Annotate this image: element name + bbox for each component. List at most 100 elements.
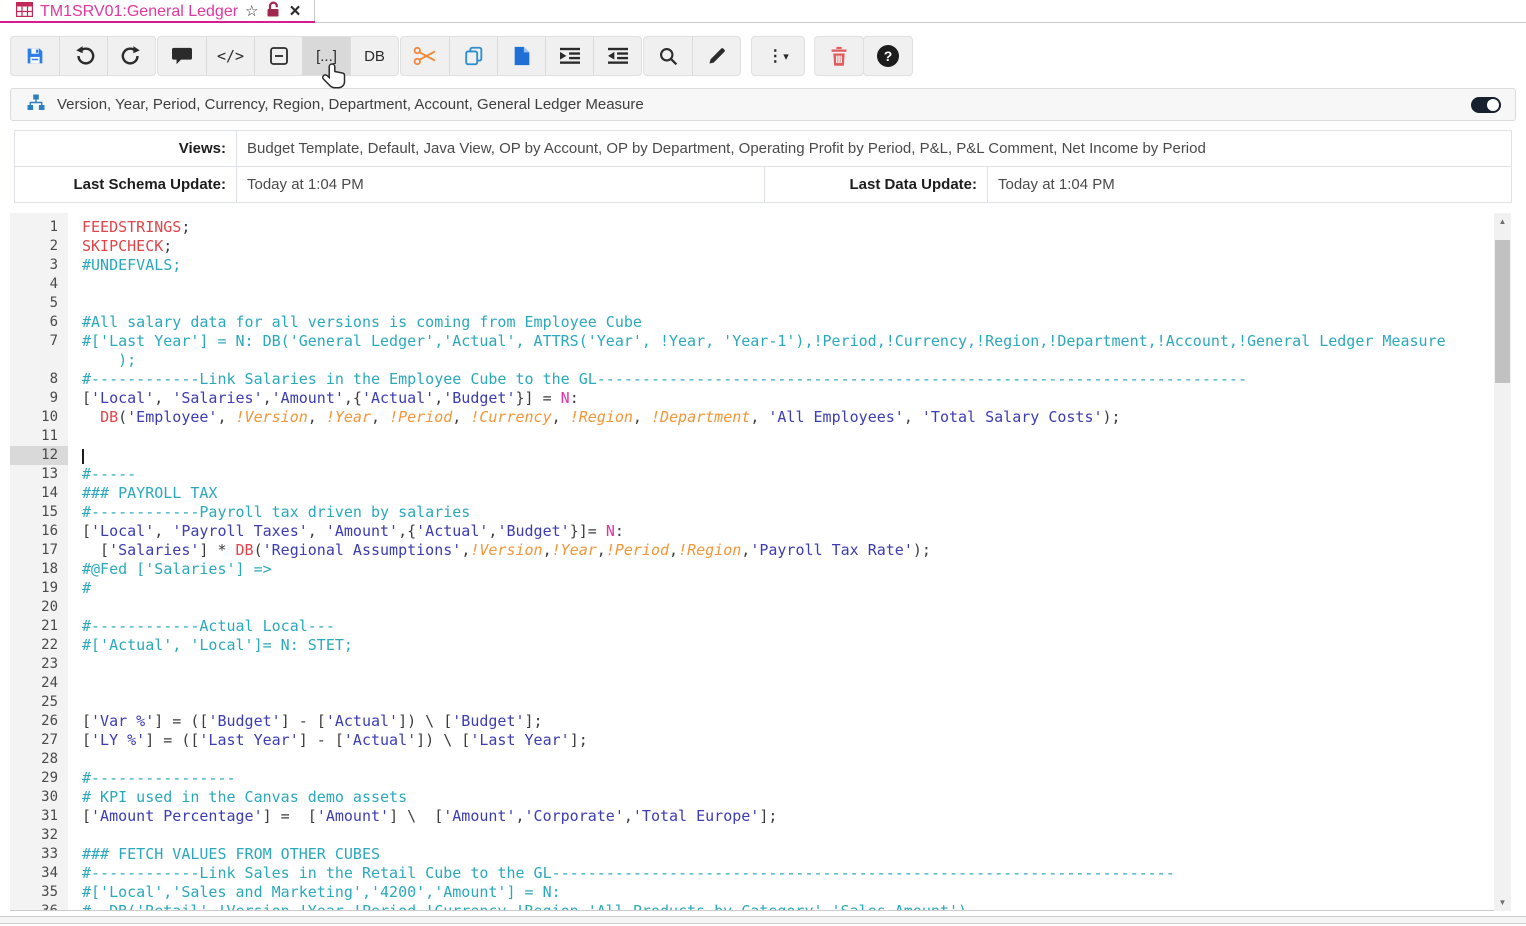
line-number: 35	[10, 883, 68, 902]
line-number: 4	[10, 275, 68, 294]
line-number: 29	[10, 769, 68, 788]
vertical-scrollbar-thumb[interactable]	[1495, 240, 1510, 383]
mouse-cursor-hand	[322, 62, 348, 96]
code-line[interactable]: 19#	[10, 579, 1511, 598]
code-line[interactable]: 35#['Local','Sales and Marketing','4200'…	[10, 883, 1511, 902]
line-number: 21	[10, 617, 68, 636]
code-line[interactable]: 5	[10, 294, 1511, 313]
code-line[interactable]: 4	[10, 275, 1511, 294]
favorite-star-icon[interactable]: ☆	[245, 4, 258, 19]
close-icon[interactable]: ×	[290, 2, 301, 21]
delete-button[interactable]	[815, 37, 863, 75]
undo-button[interactable]	[59, 37, 107, 75]
comment-icon	[171, 46, 193, 66]
code-line[interactable]: 32	[10, 826, 1511, 845]
line-number: 28	[10, 750, 68, 769]
code-line[interactable]: 10 DB('Employee', !Version, !Year, !Peri…	[10, 408, 1511, 427]
help-button[interactable]: ?	[864, 37, 912, 75]
line-number: 1	[10, 218, 68, 237]
toggle-knob	[1487, 99, 1499, 111]
code-text: DB('Employee', !Version, !Year, !Period,…	[68, 408, 1121, 427]
db-reference-button[interactable]: DB	[350, 37, 398, 75]
copy-button[interactable]	[449, 37, 497, 75]
line-number: 5	[10, 294, 68, 313]
tab-strip: TM1SRV01:General Ledger ☆ ×	[0, 0, 1526, 23]
undo-icon	[73, 45, 95, 67]
scroll-up-arrow-icon[interactable]: ▲	[1494, 213, 1511, 230]
line-number: 27	[10, 731, 68, 750]
code-line[interactable]: 11	[10, 427, 1511, 446]
code-text: #----------------	[68, 769, 236, 788]
code-line[interactable]: 36# DB('Retail',!Version,!Year,!Period,!…	[10, 902, 1511, 911]
comment-button[interactable]	[158, 37, 206, 75]
line-number: 22	[10, 636, 68, 655]
search-button[interactable]	[644, 37, 692, 75]
toggle-switch[interactable]	[1471, 97, 1501, 113]
line-number: 34	[10, 864, 68, 883]
code-line[interactable]: 31['Amount Percentage'] = ['Amount'] \ […	[10, 807, 1511, 826]
paste-icon	[511, 45, 533, 67]
line-number: 6	[10, 313, 68, 332]
horizontal-scrollbar[interactable]	[0, 916, 1526, 924]
code-line[interactable]: 13#-----	[10, 465, 1511, 484]
code-line[interactable]: 8#------------Link Salaries in the Emplo…	[10, 370, 1511, 389]
code-line[interactable]: 28	[10, 750, 1511, 769]
code-line[interactable]: 21#------------Actual Local---	[10, 617, 1511, 636]
code-line[interactable]: 34#------------Link Sales in the Retail …	[10, 864, 1511, 883]
outdent-icon	[607, 46, 629, 66]
cut-button[interactable]	[401, 37, 449, 75]
code-line[interactable]: 26['Var %'] = (['Budget'] - ['Actual']) …	[10, 712, 1511, 731]
last-schema-update-label: Last Schema Update:	[15, 167, 237, 202]
line-number: 15	[10, 503, 68, 522]
code-area[interactable]: 1FEEDSTRINGS;2SKIPCHECK;3#UNDEFVALS;456#…	[10, 218, 1511, 911]
more-options-button[interactable]: ⋮▾	[752, 37, 804, 75]
code-line[interactable]: 29#----------------	[10, 769, 1511, 788]
code-line[interactable]: 33### FETCH VALUES FROM OTHER CUBES	[10, 845, 1511, 864]
code-line[interactable]: 12	[10, 446, 1511, 465]
code-view-button[interactable]: </>	[206, 37, 254, 75]
rule-code-editor[interactable]: 1FEEDSTRINGS;2SKIPCHECK;3#UNDEFVALS;456#…	[10, 213, 1511, 911]
indent-button[interactable]	[545, 37, 593, 75]
code-line[interactable]: 18#@Fed ['Salaries'] =>	[10, 560, 1511, 579]
code-line[interactable]: 30# KPI used in the Canvas demo assets	[10, 788, 1511, 807]
line-number: 19	[10, 579, 68, 598]
code-line[interactable]: 22#['Actual', 'Local']= N: STET;	[10, 636, 1511, 655]
line-number: 33	[10, 845, 68, 864]
scroll-down-arrow-icon[interactable]: ▼	[1494, 894, 1511, 911]
code-line[interactable]: 23	[10, 655, 1511, 674]
code-line[interactable]: 17 ['Salaries'] * DB('Regional Assumptio…	[10, 541, 1511, 560]
dimension-bar[interactable]: Version, Year, Period, Currency, Region,…	[10, 88, 1516, 121]
code-text: #['Last Year'] = N: DB('General Ledger',…	[68, 332, 1446, 370]
help-icon: ?	[877, 45, 899, 67]
outdent-button[interactable]	[593, 37, 641, 75]
code-line[interactable]: 3#UNDEFVALS;	[10, 256, 1511, 275]
code-line[interactable]: 9['Local', 'Salaries','Amount',{'Actual'…	[10, 389, 1511, 408]
code-line[interactable]: 6#All salary data for all versions is co…	[10, 313, 1511, 332]
code-line[interactable]: 15#------------Payroll tax driven by sal…	[10, 503, 1511, 522]
code-line[interactable]: 20	[10, 598, 1511, 617]
code-line[interactable]: 16['Local', 'Payroll Taxes', 'Amount',{'…	[10, 522, 1511, 541]
tab-general-ledger[interactable]: TM1SRV01:General Ledger ☆ ×	[0, 0, 315, 23]
code-line[interactable]: 7#['Last Year'] = N: DB('General Ledger'…	[10, 332, 1511, 370]
indent-icon	[559, 46, 581, 66]
save-icon	[24, 45, 46, 67]
save-button[interactable]	[11, 37, 59, 75]
code-text: #-----	[68, 465, 136, 484]
code-line[interactable]: 24	[10, 674, 1511, 693]
cube-grid-icon	[16, 2, 33, 22]
code-line[interactable]: 14### PAYROLL TAX	[10, 484, 1511, 503]
line-number: 7	[10, 332, 68, 351]
code-line[interactable]: 2SKIPCHECK;	[10, 237, 1511, 256]
code-text: ### FETCH VALUES FROM OTHER CUBES	[68, 845, 380, 864]
line-number: 12	[10, 446, 68, 465]
code-line[interactable]: 1FEEDSTRINGS;	[10, 218, 1511, 237]
vertical-scrollbar[interactable]: ▲ ▼	[1494, 213, 1511, 911]
paste-button[interactable]	[497, 37, 545, 75]
toolbar-group	[814, 36, 864, 76]
redo-button[interactable]	[107, 37, 155, 75]
edit-button[interactable]	[692, 37, 740, 75]
code-line[interactable]: 25	[10, 693, 1511, 712]
code-line[interactable]: 27['LY %'] = (['Last Year'] - ['Actual']…	[10, 731, 1511, 750]
unlock-icon	[266, 1, 281, 22]
collapse-button[interactable]	[254, 37, 302, 75]
